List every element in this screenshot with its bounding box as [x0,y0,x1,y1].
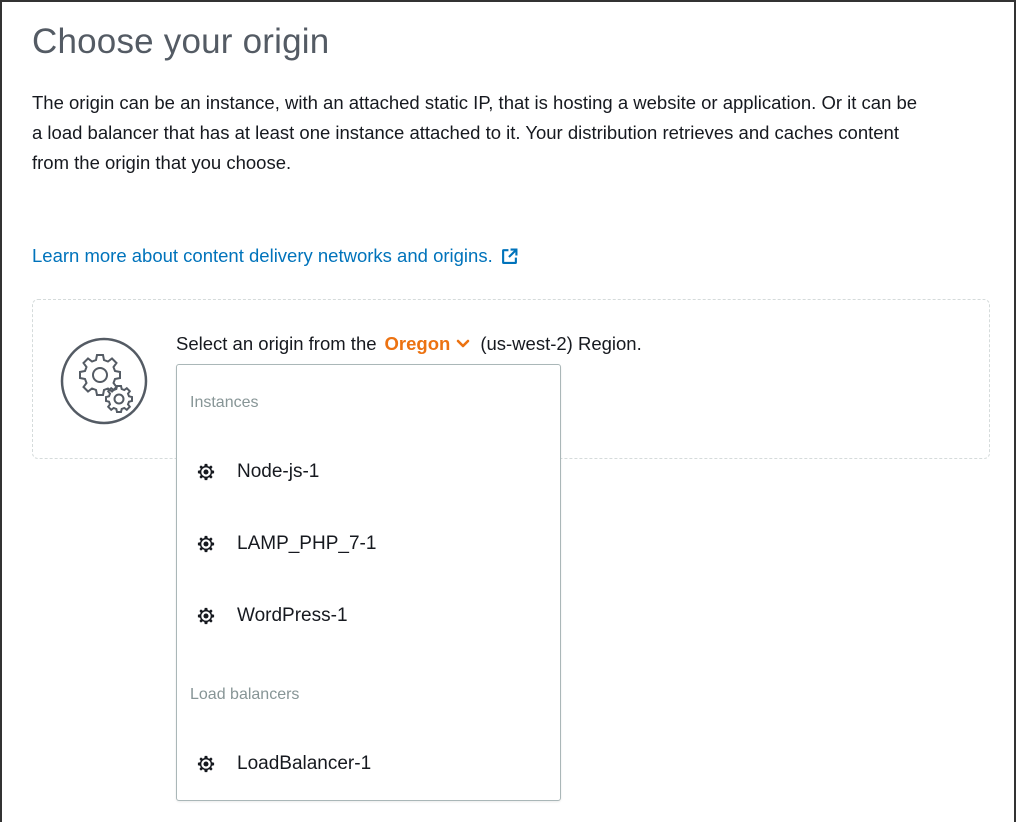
group-label-load-balancers: Load balancers [190,686,300,703]
option-label: LoadBalancer-1 [237,753,372,774]
chevron-down-icon [457,339,470,348]
external-link-icon [501,248,518,264]
option-label: Node-js-1 [237,461,320,482]
gear-icon [197,535,215,553]
option-label: LAMP_PHP_7-1 [237,533,377,554]
option-node-js-1[interactable]: Node-js-1 [197,461,319,483]
option-lamp-php-7-1[interactable]: LAMP_PHP_7-1 [197,533,376,555]
region-selector[interactable]: Oregon [385,333,471,355]
origin-dropdown: Instances Node-js-1 LAMP_PHP_7-1 WordPre… [176,364,561,801]
option-loadbalancer-1[interactable]: LoadBalancer-1 [197,753,371,775]
page-title: Choose your origin [32,22,330,61]
learn-more-link[interactable]: Learn more about content delivery networ… [32,245,518,267]
region-name: Oregon [384,333,451,354]
page-description: The origin can be an instance, with an a… [32,92,918,173]
gear-icon [197,463,215,481]
group-label-instances: Instances [190,394,259,411]
origin-region-prompt: Select an origin from the Oregon (us-wes… [176,333,642,355]
gear-icon [197,607,215,625]
option-label: WordPress-1 [237,605,348,626]
learn-more-link-label: Learn more about content delivery networ… [32,245,493,266]
region-prompt-prefix: Select an origin from the [176,333,377,354]
gear-icon [197,755,215,773]
option-wordpress-1[interactable]: WordPress-1 [197,605,348,627]
region-prompt-suffix: (us-west-2) Region. [480,333,642,354]
gears-icon [60,337,148,425]
